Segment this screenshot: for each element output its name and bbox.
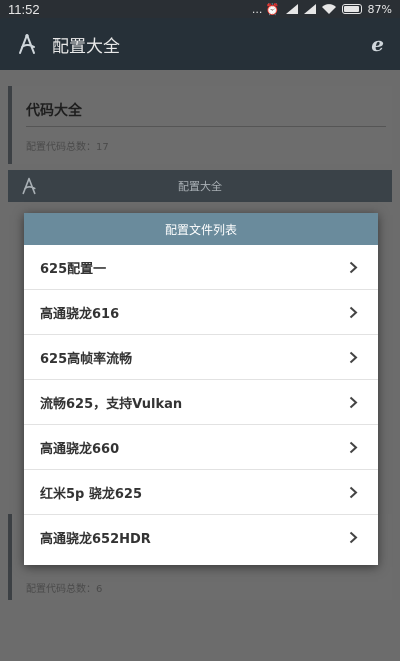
section-title: 配置大全 [178,180,222,193]
list-item[interactable]: 高通骁龙616 [24,290,378,335]
chevron-right-icon [346,531,360,545]
card-count: 配置代码总数：17 [26,142,109,153]
card-title: 代码大全 [26,103,82,119]
bottom-card-count: 配置代码总数：6 [26,584,103,595]
list-item-label: 红米5p 骁龙625 [40,486,143,502]
list-item[interactable]: 625高帧率流畅 [24,335,378,380]
list-item-label: 625高帧率流畅 [40,351,133,367]
card-divider [26,126,386,127]
wifi-icon [321,4,336,14]
list-item[interactable]: 流畅625，支持Vulkan [24,380,378,425]
chevron-right-icon [346,305,360,319]
list-item-label: 高通骁龙652HDR [40,532,151,547]
status-time: 11:52 [8,1,40,17]
notification-icons: ... ⏰ [251,2,280,16]
list-item[interactable]: 625配置一 [24,245,378,290]
signal-icon-2 [303,4,316,14]
browser-icon[interactable]: e [371,32,384,56]
battery-percent: 87% [367,2,392,16]
list-item-label: 625配置一 [40,261,107,277]
compass-icon [19,34,35,54]
config-file-dialog: 配置文件列表 625配置一 高通骁龙616 625高帧率流畅 流畅625，支持V… [24,213,378,565]
battery-icon [341,4,362,14]
list-item[interactable]: 高通骁龙652HDR [24,515,378,560]
status-bar: 11:52 ... ⏰ 87% [0,0,400,18]
chevron-right-icon [346,440,360,454]
signal-icon [285,4,298,14]
app-title: 配置大全 [52,36,120,57]
app-bar: 配置大全 e [0,18,400,70]
list-item-label: 流畅625，支持Vulkan [40,396,183,412]
list-item[interactable]: 高通骁龙660 [24,425,378,470]
chevron-right-icon [346,485,360,499]
code-card: 代码大全 配置代码总数：17 [8,86,392,164]
status-icons: ... ⏰ 87% [252,3,392,16]
chevron-right-icon [346,395,360,409]
list-item-label: 高通骁龙660 [40,441,120,457]
list-item[interactable]: 红米5p 骁龙625 [24,470,378,515]
chevron-right-icon [346,260,360,274]
section-bar: 配置大全 [8,170,392,202]
chevron-right-icon [346,350,360,364]
dialog-title: 配置文件列表 [24,213,378,245]
list-item-label: 高通骁龙616 [40,306,120,322]
